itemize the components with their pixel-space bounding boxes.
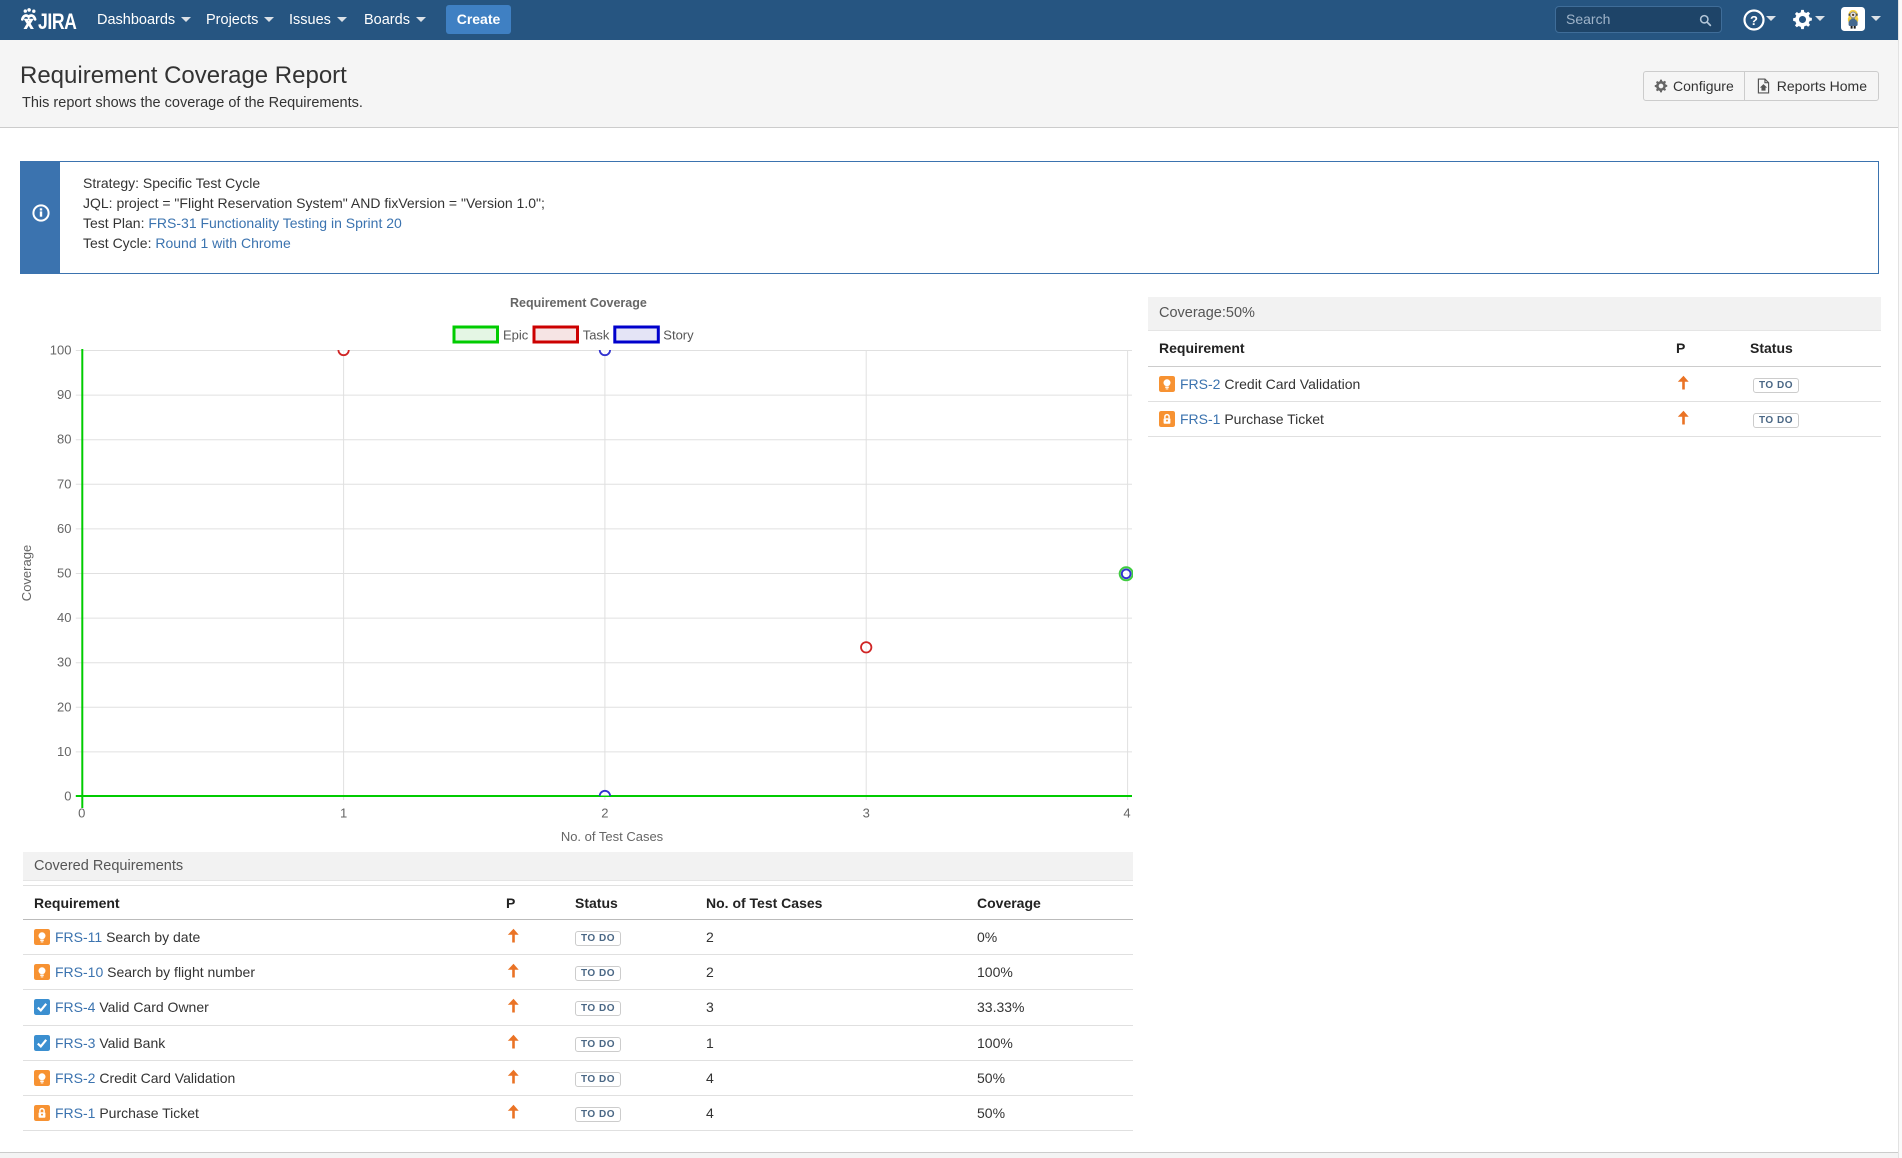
svg-text:20: 20 <box>57 699 71 714</box>
svg-text:40: 40 <box>57 610 71 625</box>
svg-text:1: 1 <box>340 806 347 821</box>
svg-text:Story: Story <box>663 328 694 343</box>
svg-text:3: 3 <box>863 806 870 821</box>
svg-text:JIRA: JIRA <box>38 10 77 32</box>
svg-text:80: 80 <box>57 432 71 447</box>
svg-text:2: 2 <box>601 806 608 821</box>
svg-text:0: 0 <box>78 806 85 821</box>
svg-text:No. of Test Cases: No. of Test Cases <box>561 829 664 844</box>
svg-text:Requirement Coverage: Requirement Coverage <box>510 296 647 310</box>
svg-text:Coverage: Coverage <box>20 545 34 601</box>
svg-text:10: 10 <box>57 744 71 759</box>
svg-text:50: 50 <box>57 566 71 581</box>
svg-text:70: 70 <box>57 476 71 491</box>
svg-text:Epic: Epic <box>503 328 529 343</box>
svg-text:30: 30 <box>57 655 71 670</box>
svg-text:Task: Task <box>583 328 610 343</box>
svg-text:90: 90 <box>57 387 71 402</box>
svg-text:0: 0 <box>64 789 71 804</box>
svg-text:60: 60 <box>57 521 71 536</box>
svg-text:?: ? <box>1750 13 1758 28</box>
svg-text:100: 100 <box>50 343 72 358</box>
svg-text:4: 4 <box>1123 806 1130 821</box>
